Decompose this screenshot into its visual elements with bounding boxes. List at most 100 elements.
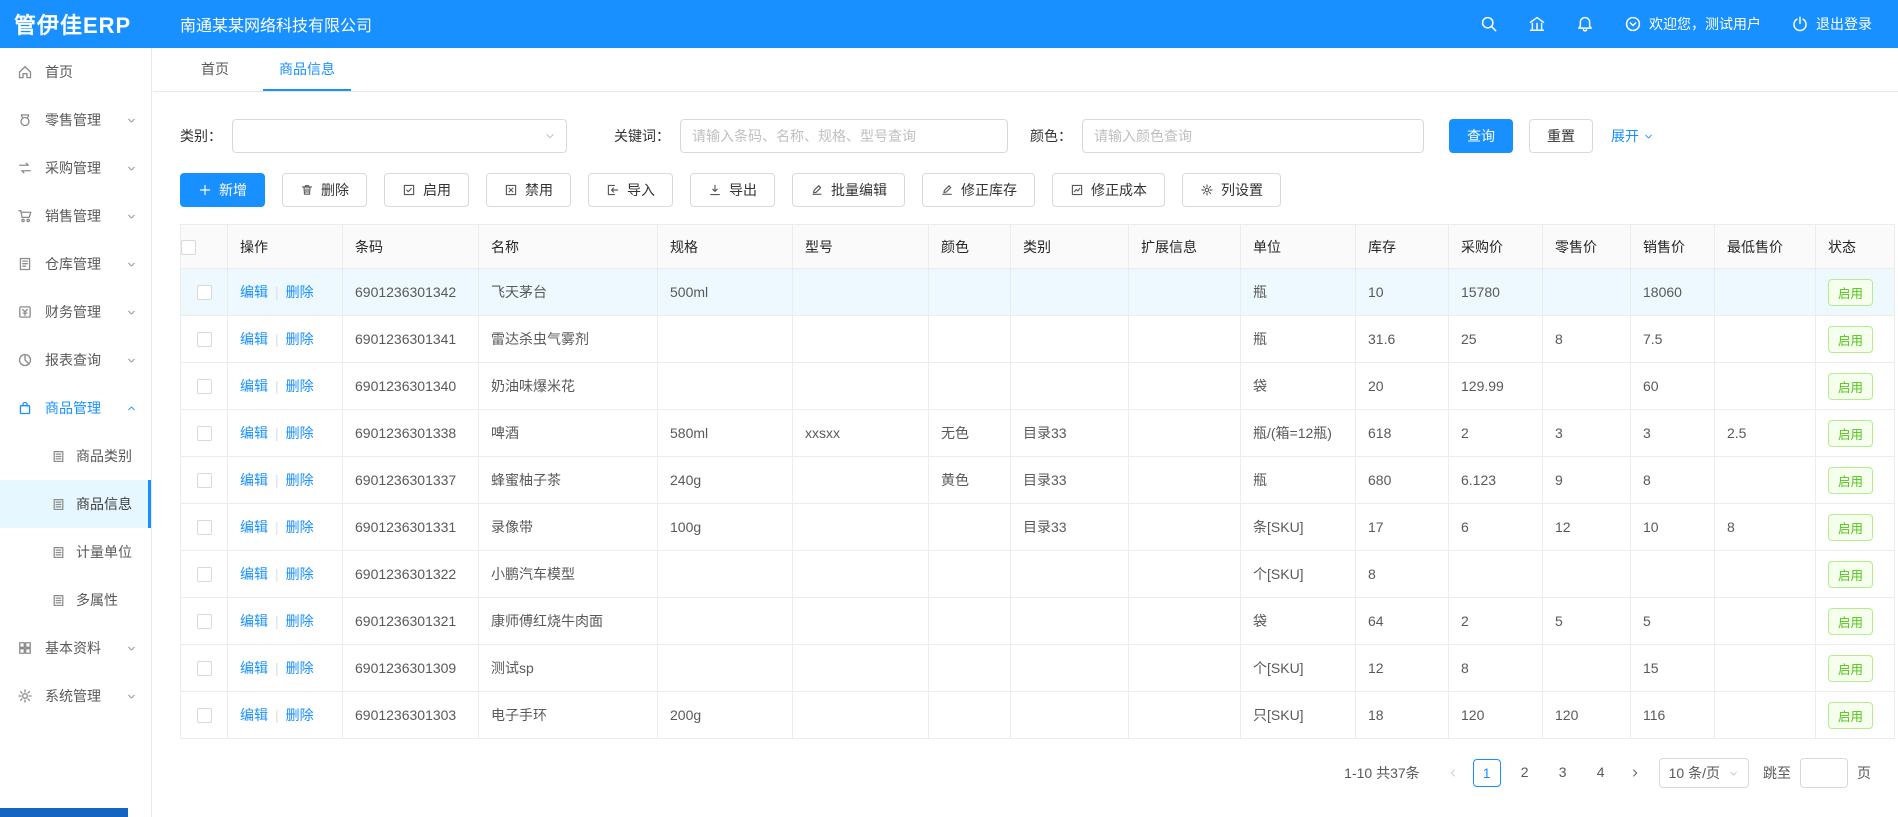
sidebar-item-商品信息[interactable]: 商品信息 xyxy=(0,480,151,528)
cell-stock: 618 xyxy=(1356,410,1449,457)
bell-icon[interactable] xyxy=(1576,15,1594,33)
row-actions: 编辑|删除 xyxy=(228,269,343,316)
row-checkbox[interactable] xyxy=(197,426,212,441)
edit-link[interactable]: 编辑 xyxy=(240,707,268,723)
delete-link[interactable]: 删除 xyxy=(286,425,314,441)
sidebar-item-采购管理[interactable]: 采购管理 xyxy=(0,144,151,192)
logout-button[interactable]: 退出登录 xyxy=(1791,14,1872,34)
retail-icon xyxy=(17,112,33,128)
search-button[interactable]: 查询 xyxy=(1449,119,1513,153)
products-table: 操作条码名称规格型号颜色类别扩展信息单位库存采购价零售价销售价最低售价状态 编辑… xyxy=(180,224,1895,739)
sidebar-item-基本资料[interactable]: 基本资料 xyxy=(0,624,151,672)
select-all-checkbox[interactable] xyxy=(181,240,196,255)
page-1-button[interactable]: 1 xyxy=(1473,759,1501,787)
delete-link[interactable]: 删除 xyxy=(286,660,314,676)
user-menu[interactable]: 欢迎您，测试用户 xyxy=(1624,14,1761,34)
sidebar-item-多属性[interactable]: 多属性 xyxy=(0,576,151,624)
sidebar-item-报表查询[interactable]: 报表查询 xyxy=(0,336,151,384)
cell-sale: 60 xyxy=(1631,363,1715,410)
page-2-button[interactable]: 2 xyxy=(1511,759,1539,787)
edit-link[interactable]: 编辑 xyxy=(240,519,268,535)
修正库存-button[interactable]: 修正库存 xyxy=(922,173,1035,207)
row-checkbox[interactable] xyxy=(197,614,212,629)
sidebar-item-首页[interactable]: 首页 xyxy=(0,48,151,96)
delete-link[interactable]: 删除 xyxy=(286,472,314,488)
sidebar-item-商品管理[interactable]: 商品管理 xyxy=(0,384,151,432)
cell-barcode: 6901236301331 xyxy=(343,504,479,551)
row-checkbox[interactable] xyxy=(197,520,212,535)
row-checkbox[interactable] xyxy=(197,708,212,723)
cell-sale: 18060 xyxy=(1631,269,1715,316)
delete-link[interactable]: 删除 xyxy=(286,613,314,629)
禁用-button[interactable]: 禁用 xyxy=(486,173,571,207)
cell-status: 启用 xyxy=(1816,692,1895,739)
cell-model xyxy=(793,363,929,410)
新增-button[interactable]: 新增 xyxy=(180,173,265,207)
delete-link[interactable]: 删除 xyxy=(286,519,314,535)
jump-page-input[interactable] xyxy=(1800,758,1848,788)
row-checkbox[interactable] xyxy=(197,567,212,582)
keyword-input[interactable] xyxy=(680,119,1008,153)
prev-page-icon[interactable] xyxy=(1447,767,1459,779)
delete-link[interactable]: 删除 xyxy=(286,707,314,723)
page-3-button[interactable]: 3 xyxy=(1549,759,1577,787)
color-input[interactable] xyxy=(1082,119,1424,153)
row-checkbox[interactable] xyxy=(197,661,212,676)
tab-商品信息[interactable]: 商品信息 xyxy=(263,48,351,91)
cell-status: 启用 xyxy=(1816,363,1895,410)
edit-link[interactable]: 编辑 xyxy=(240,378,268,394)
sidebar-item-财务管理[interactable]: 财务管理 xyxy=(0,288,151,336)
sidebar-item-仓库管理[interactable]: 仓库管理 xyxy=(0,240,151,288)
page-size-select[interactable]: 10 条/页 xyxy=(1659,758,1749,788)
import-icon xyxy=(606,183,620,197)
delete-link[interactable]: 删除 xyxy=(286,284,314,300)
table-row: 编辑|删除6901236301309测试sp个[SKU]12815启用 xyxy=(181,645,1895,692)
adjust-stock-icon xyxy=(940,183,954,197)
row-checkbox[interactable] xyxy=(197,473,212,488)
cell-purchase xyxy=(1449,551,1543,598)
row-checkbox[interactable] xyxy=(197,285,212,300)
删除-button[interactable]: 删除 xyxy=(282,173,367,207)
expand-toggle[interactable]: 展开 xyxy=(1611,126,1654,146)
next-page-icon[interactable] xyxy=(1629,767,1641,779)
导出-button[interactable]: 导出 xyxy=(690,173,775,207)
edit-link[interactable]: 编辑 xyxy=(240,613,268,629)
启用-button[interactable]: 启用 xyxy=(384,173,469,207)
cell-barcode: 6901236301342 xyxy=(343,269,479,316)
sidebar-item-计量单位[interactable]: 计量单位 xyxy=(0,528,151,576)
sidebar-item-商品类别[interactable]: 商品类别 xyxy=(0,432,151,480)
cell-barcode: 6901236301337 xyxy=(343,457,479,504)
sidebar-collapse-bar[interactable] xyxy=(0,808,128,817)
sidebar-item-销售管理[interactable]: 销售管理 xyxy=(0,192,151,240)
cell-unit: 个[SKU] xyxy=(1241,645,1356,692)
row-actions: 编辑|删除 xyxy=(228,316,343,363)
row-checkbox[interactable] xyxy=(197,379,212,394)
delete-link[interactable]: 删除 xyxy=(286,566,314,582)
chevron-down-icon xyxy=(1728,768,1739,779)
edit-link[interactable]: 编辑 xyxy=(240,425,268,441)
delete-link[interactable]: 删除 xyxy=(286,331,314,347)
search-icon[interactable] xyxy=(1480,15,1498,33)
bank-icon[interactable] xyxy=(1528,15,1546,33)
reset-button[interactable]: 重置 xyxy=(1529,119,1593,153)
edit-link[interactable]: 编辑 xyxy=(240,284,268,300)
row-checkbox[interactable] xyxy=(197,332,212,347)
sidebar-item-系统管理[interactable]: 系统管理 xyxy=(0,672,151,720)
edit-link[interactable]: 编辑 xyxy=(240,331,268,347)
列设置-button[interactable]: 列设置 xyxy=(1182,173,1281,207)
button-label: 禁用 xyxy=(525,180,553,200)
导入-button[interactable]: 导入 xyxy=(588,173,673,207)
sidebar-item-零售管理[interactable]: 零售管理 xyxy=(0,96,151,144)
修正成本-button[interactable]: 修正成本 xyxy=(1052,173,1165,207)
tab-首页[interactable]: 首页 xyxy=(185,48,245,91)
批量编辑-button[interactable]: 批量编辑 xyxy=(792,173,905,207)
edit-link[interactable]: 编辑 xyxy=(240,660,268,676)
page-4-button[interactable]: 4 xyxy=(1587,759,1615,787)
purchase-icon xyxy=(17,160,33,176)
home-icon xyxy=(17,64,33,80)
delete-link[interactable]: 删除 xyxy=(286,378,314,394)
cell-model xyxy=(793,457,929,504)
edit-link[interactable]: 编辑 xyxy=(240,566,268,582)
category-select[interactable] xyxy=(232,119,567,153)
edit-link[interactable]: 编辑 xyxy=(240,472,268,488)
